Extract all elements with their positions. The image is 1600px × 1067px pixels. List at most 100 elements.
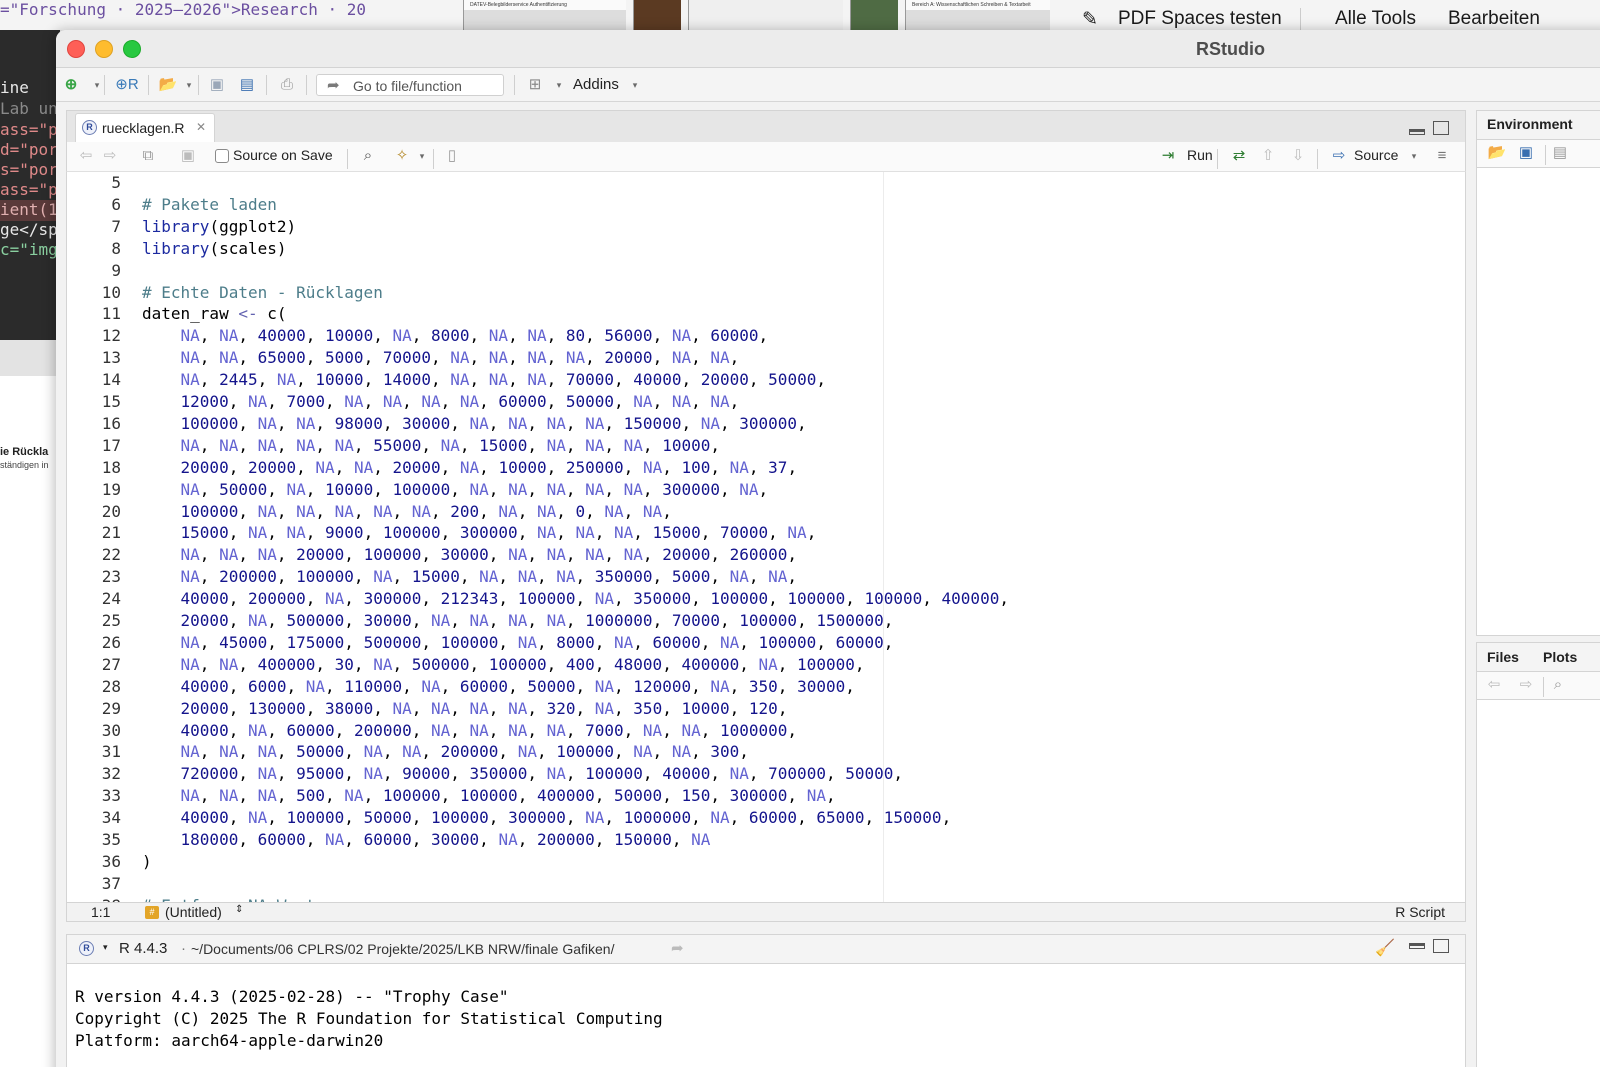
show-in-window-icon[interactable]: ⧉ — [139, 147, 157, 165]
bg-code-line: ge</sp — [0, 220, 58, 239]
minimize-console-icon[interactable] — [1409, 943, 1425, 949]
r-version-label: R 4.4.3 — [119, 940, 168, 957]
line-number: 13 — [101, 348, 121, 368]
addins-dropdown-icon[interactable]: ▾ — [626, 76, 644, 94]
console-line: Copyright (C) 2025 The R Foundation for … — [75, 1009, 663, 1028]
import-dataset-icon[interactable]: ▤ — [1551, 144, 1569, 162]
forward-icon[interactable]: ⇨ — [101, 147, 119, 165]
tab-files[interactable]: Files — [1487, 649, 1519, 665]
plot-back-icon[interactable]: ⇦ — [1485, 676, 1503, 694]
thumbnail-photo-1[interactable] — [633, 0, 681, 30]
document-outline-icon[interactable]: ≡ — [1433, 147, 1451, 165]
background-subtext: ständigen in — [0, 460, 49, 470]
thumbnail-screenshot[interactable] — [688, 0, 843, 30]
print-icon[interactable]: ⎙ — [278, 76, 296, 94]
source-button[interactable]: Source — [1354, 147, 1398, 163]
background-heading: ie Rückla — [0, 446, 49, 458]
source-file-icon: ⇨ — [1332, 147, 1346, 164]
source-on-save-checkbox[interactable] — [215, 149, 229, 163]
file-type-selector[interactable]: R Script — [1395, 904, 1445, 920]
print-margin — [883, 172, 884, 902]
bg-code-line: s="por — [0, 160, 58, 179]
line-number: 23 — [101, 567, 121, 587]
tab-plots[interactable]: Plots — [1543, 649, 1577, 665]
code-text: NA, NA, NA, 50000, NA, NA, 200000, NA, 1… — [180, 742, 749, 762]
new-project-icon[interactable]: ⊕R — [114, 76, 140, 94]
close-window-button[interactable] — [67, 40, 85, 58]
clear-console-icon[interactable]: 🧹 — [1375, 938, 1395, 958]
save-icon[interactable]: ▣ — [208, 76, 226, 94]
scope-selector[interactable]: (Untitled) — [165, 904, 222, 920]
search-icon[interactable]: ⌕ — [359, 147, 377, 165]
line-number: 38 — [67, 895, 121, 902]
background-left-window: ine Lab un ass="p d="por s="por ass="p i… — [0, 30, 60, 1067]
r-version-dropdown-icon[interactable]: ▾ — [103, 942, 108, 953]
pdf-spaces-button[interactable]: PDF Spaces testen — [1118, 8, 1282, 30]
thumbnail-doc-2[interactable]: Bereich A: Wissenschaftlichen Schreiben … — [905, 0, 1050, 30]
zoom-icon[interactable]: ⌕ — [1549, 676, 1567, 694]
goto-file-input[interactable]: ➦ Go to file/function — [316, 74, 504, 96]
code-text: # Pakete laden — [142, 194, 277, 214]
code-tools-wand-icon[interactable]: ✧ — [393, 147, 411, 165]
source-dropdown-icon[interactable]: ▾ — [1405, 147, 1423, 165]
close-tab-icon[interactable]: ✕ — [196, 120, 206, 134]
tab-environment[interactable]: Environment — [1487, 116, 1573, 132]
environment-tab-bar: Environment — [1476, 110, 1600, 140]
thumbnail-photo-2[interactable] — [850, 0, 898, 30]
code-text: 40000, 200000, NA, 300000, 212343, 10000… — [180, 589, 1009, 609]
edit-button[interactable]: Bearbeiten — [1448, 8, 1540, 30]
code-text: 20000, 20000, NA, NA, 20000, NA, 10000, … — [180, 457, 798, 477]
maximize-console-icon[interactable] — [1433, 939, 1449, 953]
minimize-window-button[interactable] — [95, 40, 113, 58]
compile-report-icon[interactable]: ▯ — [443, 147, 461, 165]
line-number: 36 — [101, 851, 121, 871]
minimize-pane-icon[interactable] — [1409, 129, 1425, 135]
line-number: 35 — [101, 830, 121, 849]
save-file-icon[interactable]: ▣ — [179, 147, 197, 165]
new-file-icon[interactable]: ⊕ — [62, 76, 80, 94]
code-text: # Entferne NA-Werte — [142, 895, 325, 902]
load-workspace-icon[interactable]: 📂 — [1485, 144, 1509, 162]
code-editor[interactable]: 5 6 # Pakete laden 7 library(ggplot2) 8 librar… — [66, 172, 1466, 902]
line-number: 25 — [101, 611, 121, 630]
code-text: ) — [142, 851, 152, 871]
editor-status-bar: 1:1 # (Untitled) ⇕ R Script — [66, 902, 1466, 922]
toolbar-divider — [1317, 149, 1318, 169]
save-workspace-icon[interactable]: ▣ — [1517, 144, 1535, 162]
thumbnail-doc-1[interactable]: DATEV-Belegbilderservice Authentifizieru… — [463, 0, 626, 30]
files-tab-bar: Files Plots — [1476, 642, 1600, 672]
maximize-pane-icon[interactable] — [1433, 121, 1449, 135]
line-number: 30 — [101, 720, 121, 740]
files-panel — [1476, 700, 1600, 1067]
console-output[interactable]: R version 4.4.3 (2025-02-28) -- "Trophy … — [66, 964, 1466, 1067]
rstudio-window: RStudio ⊕ ▾ ⊕R 📂 ▾ ▣ ▤ ⎙ ➦ Go to file/fu… — [56, 30, 1600, 1067]
bg-code-line: ass="p — [0, 180, 58, 199]
code-tools-dropdown-icon[interactable]: ▾ — [413, 147, 431, 165]
scope-updown-icon: ⇕ — [235, 904, 244, 915]
save-all-icon[interactable]: ▤ — [238, 76, 256, 94]
code-text: 40000, NA, 100000, 50000, 100000, 300000… — [180, 808, 952, 828]
grid-layout-dropdown-icon[interactable]: ▾ — [550, 76, 568, 94]
bg-code-line: d="por — [0, 140, 58, 159]
previous-section-icon[interactable]: ⇧ — [1259, 147, 1277, 165]
r-logo-icon: R — [79, 941, 94, 956]
back-icon[interactable]: ⇦ — [77, 147, 95, 165]
open-recent-dropdown-icon[interactable]: ▾ — [180, 76, 198, 94]
line-number: 37 — [101, 873, 121, 893]
line-number: 9 — [111, 260, 121, 280]
maximize-window-button[interactable] — [123, 40, 141, 58]
all-tools-button[interactable]: Alle Tools — [1335, 8, 1416, 30]
goto-file-placeholder: Go to file/function — [353, 78, 462, 94]
tab-ruecklagen[interactable]: R ruecklagen.R ✕ — [75, 113, 215, 143]
toolbar-divider — [514, 75, 515, 95]
next-section-icon[interactable]: ⇩ — [1289, 147, 1307, 165]
working-directory-path[interactable]: ~/Documents/06 CPLRS/02 Projekte/2025/LK… — [191, 941, 614, 957]
run-button[interactable]: Run — [1187, 147, 1213, 163]
open-file-icon[interactable]: 📂 — [156, 76, 180, 94]
line-number: 7 — [111, 216, 121, 236]
go-to-directory-icon[interactable]: ➦ — [671, 939, 684, 957]
grid-layout-icon[interactable]: ⊞ — [524, 76, 546, 94]
addins-menu[interactable]: Addins — [573, 76, 619, 93]
plot-forward-icon[interactable]: ⇨ — [1517, 676, 1535, 694]
rerun-icon[interactable]: ⇄ — [1227, 147, 1251, 165]
